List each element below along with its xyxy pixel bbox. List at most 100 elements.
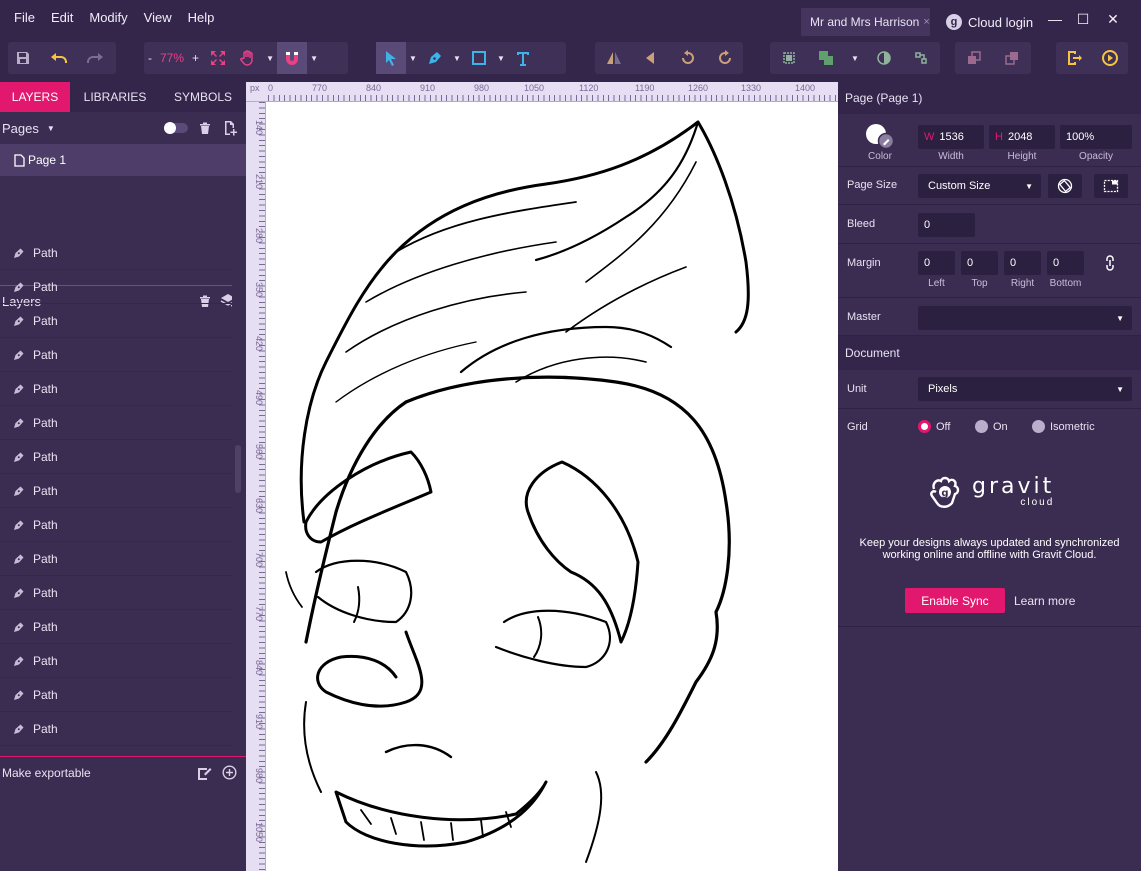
tab-symbols[interactable]: SYMBOLS: [160, 82, 246, 112]
layer-row[interactable]: Path: [0, 678, 232, 712]
shape-tool-button[interactable]: [464, 42, 494, 74]
vertical-ruler[interactable]: 140 210 280 350 420 490 560 630 700 770 …: [246, 102, 266, 871]
zoom-in-button[interactable]: +: [188, 51, 203, 65]
send-backward-button[interactable]: [959, 42, 989, 74]
ruler-tick: 1050: [524, 83, 545, 93]
layer-row[interactable]: Path: [0, 406, 232, 440]
pen-tool-dropdown[interactable]: ▼: [450, 42, 464, 74]
margin-bottom-field[interactable]: 0: [1047, 251, 1084, 275]
menu-modify[interactable]: Modify: [81, 0, 135, 36]
minimize-button[interactable]: —: [1040, 8, 1070, 30]
layer-row[interactable]: Path: [0, 542, 232, 576]
rotate-left-button[interactable]: [673, 42, 703, 74]
menu-help[interactable]: Help: [180, 0, 223, 36]
boolean-button[interactable]: [811, 42, 841, 74]
document-tab[interactable]: Mr and Mrs Harrison ×: [801, 8, 930, 36]
zoom-out-button[interactable]: -: [144, 51, 156, 65]
grid-off-radio[interactable]: Off: [918, 420, 950, 433]
fit-screen-button[interactable]: [203, 42, 233, 74]
height-label: Height: [1007, 151, 1037, 162]
layers-scrollbar[interactable]: [232, 236, 246, 756]
group-button[interactable]: [774, 42, 804, 74]
close-tab-icon[interactable]: ×: [923, 16, 929, 28]
orientation-button[interactable]: [1048, 174, 1082, 198]
layer-row[interactable]: Path: [0, 236, 232, 270]
height-field[interactable]: H 2048: [989, 125, 1055, 149]
flip-vertical-button[interactable]: [636, 42, 666, 74]
add-page-icon[interactable]: [222, 120, 238, 136]
path-icon: [14, 282, 24, 292]
bring-forward-button[interactable]: [997, 42, 1027, 74]
pages-toggle[interactable]: [164, 122, 188, 134]
export-button[interactable]: [1059, 42, 1089, 74]
layer-row[interactable]: Path: [0, 304, 232, 338]
symbol-button[interactable]: [906, 42, 936, 74]
page-background-button[interactable]: [1094, 174, 1128, 198]
save-button[interactable]: [8, 42, 38, 74]
trash-icon[interactable]: [198, 121, 212, 135]
margin-label: Margin: [847, 257, 881, 269]
layers-scrollbar-thumb[interactable]: [235, 445, 241, 493]
pages-dropdown-icon[interactable]: ▼: [47, 124, 55, 133]
snap-dropdown[interactable]: ▼: [307, 42, 321, 74]
color-swatch-icon[interactable]: [864, 122, 894, 150]
grid-on-radio[interactable]: On: [975, 420, 1008, 433]
horizontal-ruler[interactable]: px 0 770 840 910 980 1050 1120 1190 1260…: [246, 82, 838, 102]
page-size-select[interactable]: Custom Size ▼: [918, 174, 1041, 198]
menu-file[interactable]: File: [0, 0, 43, 36]
close-window-button[interactable]: ✕: [1098, 8, 1128, 30]
bleed-row: Bleed 0: [838, 205, 1141, 244]
pointer-tool-button[interactable]: [376, 42, 406, 74]
maximize-button[interactable]: ☐: [1068, 8, 1098, 30]
export-slice-icon[interactable]: [197, 766, 213, 781]
rotate-right-button[interactable]: [710, 42, 740, 74]
tab-layers[interactable]: LAYERS: [0, 82, 70, 112]
margin-left-field[interactable]: 0: [918, 251, 955, 275]
margin-top-field[interactable]: 0: [961, 251, 998, 275]
artwork[interactable]: [266, 102, 838, 871]
layer-row[interactable]: Path: [0, 644, 232, 678]
redo-button[interactable]: [80, 42, 110, 74]
layer-row[interactable]: Path: [0, 440, 232, 474]
pen-tool-button[interactable]: [420, 42, 450, 74]
hand-tool-dropdown[interactable]: ▼: [263, 42, 277, 74]
cloud-login-button[interactable]: g Cloud login: [946, 8, 1033, 36]
mask-button[interactable]: [869, 42, 899, 74]
learn-more-link[interactable]: Learn more: [1014, 588, 1075, 613]
pages-title[interactable]: Pages: [2, 121, 39, 136]
width-field[interactable]: W 1536: [918, 125, 984, 149]
canvas[interactable]: px 0 770 840 910 980 1050 1120 1190 1260…: [246, 82, 838, 871]
pointer-tool-dropdown[interactable]: ▼: [406, 42, 420, 74]
layer-row[interactable]: Path: [0, 508, 232, 542]
zoom-level[interactable]: 77%: [156, 51, 188, 65]
grid-isometric-radio[interactable]: Isometric: [1032, 420, 1095, 433]
layer-row[interactable]: Path: [0, 610, 232, 644]
link-margins-icon[interactable]: [1103, 255, 1117, 271]
hand-tool-button[interactable]: [233, 42, 263, 74]
page-item[interactable]: Page 1: [0, 144, 246, 176]
layer-row[interactable]: Path: [0, 712, 232, 746]
layer-row[interactable]: Path: [0, 474, 232, 508]
margin-right-field[interactable]: 0: [1004, 251, 1041, 275]
tab-libraries[interactable]: LIBRARIES: [70, 82, 160, 112]
enable-sync-button[interactable]: Enable Sync: [905, 588, 1005, 613]
unit-select[interactable]: Pixels ▼: [918, 377, 1132, 401]
snap-button[interactable]: [277, 42, 308, 74]
opacity-field[interactable]: 100%: [1060, 125, 1132, 149]
bleed-field[interactable]: 0: [918, 213, 975, 237]
master-select[interactable]: ▼: [918, 306, 1132, 330]
flip-horizontal-button[interactable]: [599, 42, 629, 74]
layer-row[interactable]: Path: [0, 338, 232, 372]
boolean-dropdown[interactable]: ▼: [848, 42, 862, 74]
shape-tool-dropdown[interactable]: ▼: [494, 42, 508, 74]
menu-edit[interactable]: Edit: [43, 0, 81, 36]
arrange-group: ▼: [770, 42, 940, 74]
menu-view[interactable]: View: [136, 0, 180, 36]
layer-row[interactable]: Path: [0, 372, 232, 406]
layer-row[interactable]: Path: [0, 576, 232, 610]
text-tool-button[interactable]: [508, 42, 538, 74]
add-export-icon[interactable]: [222, 765, 237, 780]
preview-button[interactable]: [1095, 42, 1125, 74]
undo-button[interactable]: [44, 42, 74, 74]
layer-row[interactable]: Path: [0, 270, 232, 304]
